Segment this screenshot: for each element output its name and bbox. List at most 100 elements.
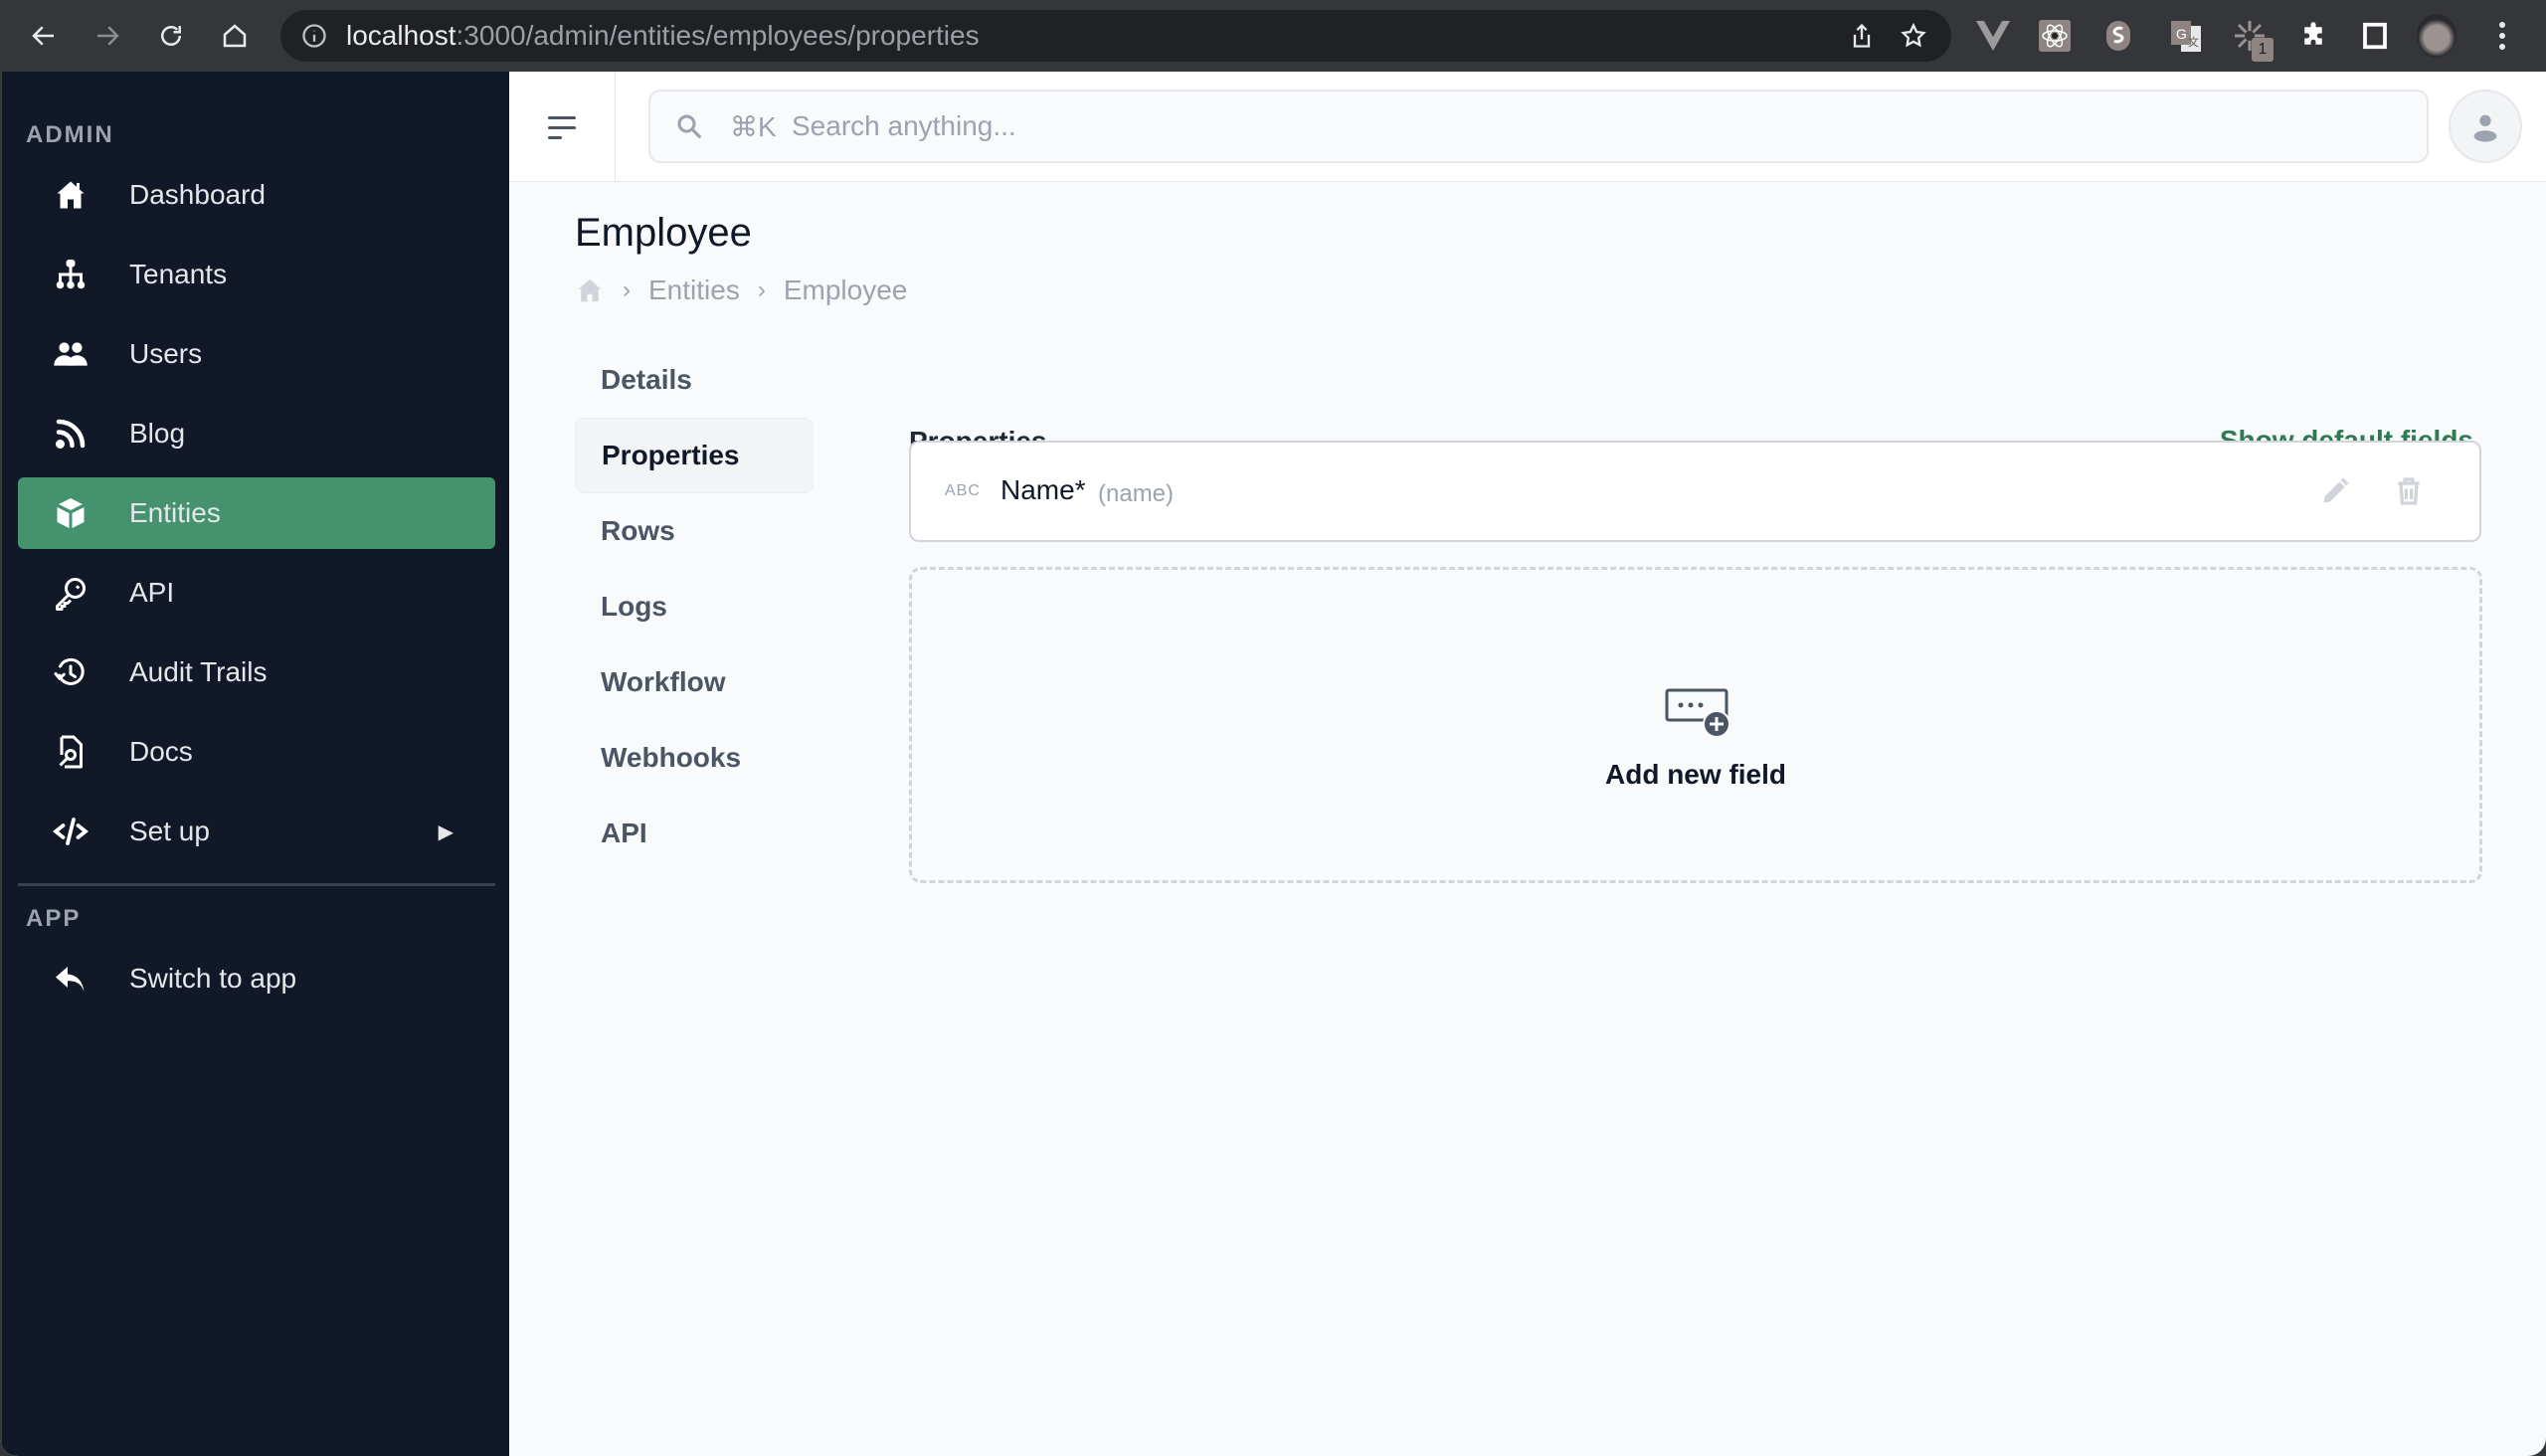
field-name: Name* [1000, 474, 1086, 505]
back-button[interactable] [22, 14, 66, 58]
forward-icon [97, 26, 119, 46]
menu-kebab-icon [2499, 22, 2505, 50]
users-icon [52, 335, 90, 373]
bookmark-star-icon[interactable] [1900, 22, 1927, 50]
code-icon [52, 813, 90, 850]
home-icon [223, 24, 247, 48]
sidebar-item-set-up[interactable]: Set up ▶ [18, 796, 495, 867]
extension-badge: 1 [2252, 38, 2273, 62]
sidebar-section-admin: ADMIN [26, 121, 114, 148]
react-devtools-icon [2039, 20, 2071, 52]
sidebar-item-audit-trails[interactable]: Audit Trails [18, 637, 495, 708]
cube-icon [52, 494, 90, 532]
extensions-button[interactable] [2293, 16, 2333, 56]
sidebar-item-api[interactable]: API [18, 557, 495, 629]
sidebar: ADMIN Dashboard Tenants Users Blog Entit… [0, 72, 509, 1456]
browser-toolbar: localhost:3000/admin/entities/employees/… [0, 0, 2546, 72]
profile-button[interactable] [2417, 14, 2456, 58]
profile-avatar [2417, 14, 2456, 58]
svg-text:G: G [2176, 26, 2187, 42]
side-panel-button[interactable] [2355, 16, 2395, 56]
trash-icon[interactable] [2393, 475, 2425, 507]
google-translate-icon: G文 [2171, 21, 2201, 52]
top-header: ⌘K [509, 72, 2546, 182]
sidebar-item-label: Switch to app [129, 963, 297, 994]
address-bar[interactable]: localhost:3000/admin/entities/employees/… [280, 10, 1951, 62]
reply-arrow-icon [52, 960, 90, 998]
expand-caret-icon[interactable]: ▶ [439, 819, 454, 844]
reload-button[interactable] [149, 14, 193, 58]
user-avatar-button[interactable] [2449, 90, 2522, 163]
forward-button[interactable] [86, 14, 129, 58]
hierarchy-icon [52, 256, 90, 293]
breadcrumb-item-employee[interactable]: Employee [784, 274, 908, 306]
sidebar-item-dashboard[interactable]: Dashboard [18, 159, 495, 231]
add-new-field-label: Add new field [1605, 759, 1786, 790]
sidebar-item-users[interactable]: Users [18, 318, 495, 390]
sidebar-item-label: Set up [129, 816, 210, 846]
url-host: localhost [346, 20, 456, 51]
side-panel-icon [2363, 22, 2387, 50]
breadcrumb-home-icon[interactable] [575, 275, 605, 305]
key-icon [52, 574, 90, 612]
search-bar[interactable]: ⌘K [648, 90, 2429, 163]
sidebar-toggle-button[interactable] [509, 72, 616, 182]
sidebar-divider [18, 883, 495, 886]
home-icon [52, 176, 90, 214]
tab-details[interactable]: Details [575, 342, 814, 418]
sidebar-item-label: Blog [129, 418, 186, 449]
search-shortcut: ⌘K [730, 111, 777, 142]
tab-properties[interactable]: Properties [575, 418, 814, 493]
history-icon [52, 653, 90, 691]
property-row[interactable]: ABC Name* (name) [909, 441, 2481, 542]
sidebar-item-label: Users [129, 338, 203, 369]
url-path: :3000/admin/entities/employees/propertie… [455, 20, 980, 51]
sidebar-item-label: Tenants [129, 259, 228, 289]
svelte-extension[interactable] [2098, 16, 2138, 56]
react-devtools-extension[interactable] [2035, 16, 2075, 56]
user-icon [2473, 114, 2497, 142]
sun-extension[interactable]: 1 [2230, 16, 2273, 62]
document-search-icon [52, 733, 90, 771]
tab-workflow[interactable]: Workflow [575, 644, 814, 720]
google-translate-extension[interactable]: G文 [2166, 16, 2206, 56]
tab-logs[interactable]: Logs [575, 569, 814, 644]
chevron-right-icon: › [623, 276, 631, 303]
add-field-icon [1665, 688, 1730, 738]
search-input[interactable] [792, 103, 2383, 149]
sidebar-item-label: API [129, 577, 175, 608]
sidebar-item-label: Entities [129, 497, 221, 528]
extensions-puzzle-icon [2304, 22, 2322, 45]
sidebar-item-tenants[interactable]: Tenants [18, 239, 495, 310]
browser-menu-button[interactable] [2482, 16, 2522, 56]
breadcrumb: › Entities › Employee [575, 271, 907, 310]
sidebar-item-docs[interactable]: Docs [18, 716, 495, 788]
site-info-icon[interactable] [300, 22, 328, 50]
app-window: ADMIN Dashboard Tenants Users Blog Entit… [0, 72, 2546, 1456]
sidebar-item-label: Docs [129, 736, 193, 767]
pencil-icon[interactable] [2318, 476, 2350, 508]
vue-devtools-extension[interactable] [1973, 16, 2013, 56]
share-icon[interactable] [1848, 22, 1876, 50]
page-title: Employee [575, 211, 752, 255]
sidebar-item-blog[interactable]: Blog [18, 398, 495, 469]
vue-devtools-icon [1976, 21, 2010, 51]
search-icon [677, 114, 702, 139]
sidebar-item-label: Audit Trails [129, 656, 268, 687]
url-text[interactable]: localhost:3000/admin/entities/employees/… [346, 21, 980, 51]
sidebar-item-entities[interactable]: Entities [18, 477, 495, 549]
tab-webhooks[interactable]: Webhooks [575, 720, 814, 796]
menu-lines-icon [548, 115, 576, 139]
reload-icon [161, 26, 181, 46]
svelte-icon [2106, 21, 2130, 51]
tab-rows[interactable]: Rows [575, 493, 814, 569]
tab-api[interactable]: API [575, 796, 814, 871]
chevron-right-icon: › [757, 276, 766, 303]
home-button[interactable] [213, 14, 257, 58]
sidebar-item-label: Dashboard [129, 179, 266, 210]
field-key: (name) [1098, 480, 1175, 507]
sidebar-item-switch-to-app[interactable]: Switch to app [18, 943, 495, 1014]
breadcrumb-item-entities[interactable]: Entities [648, 274, 740, 306]
back-icon [32, 26, 54, 46]
add-new-field-button[interactable]: Add new field [909, 567, 2482, 883]
